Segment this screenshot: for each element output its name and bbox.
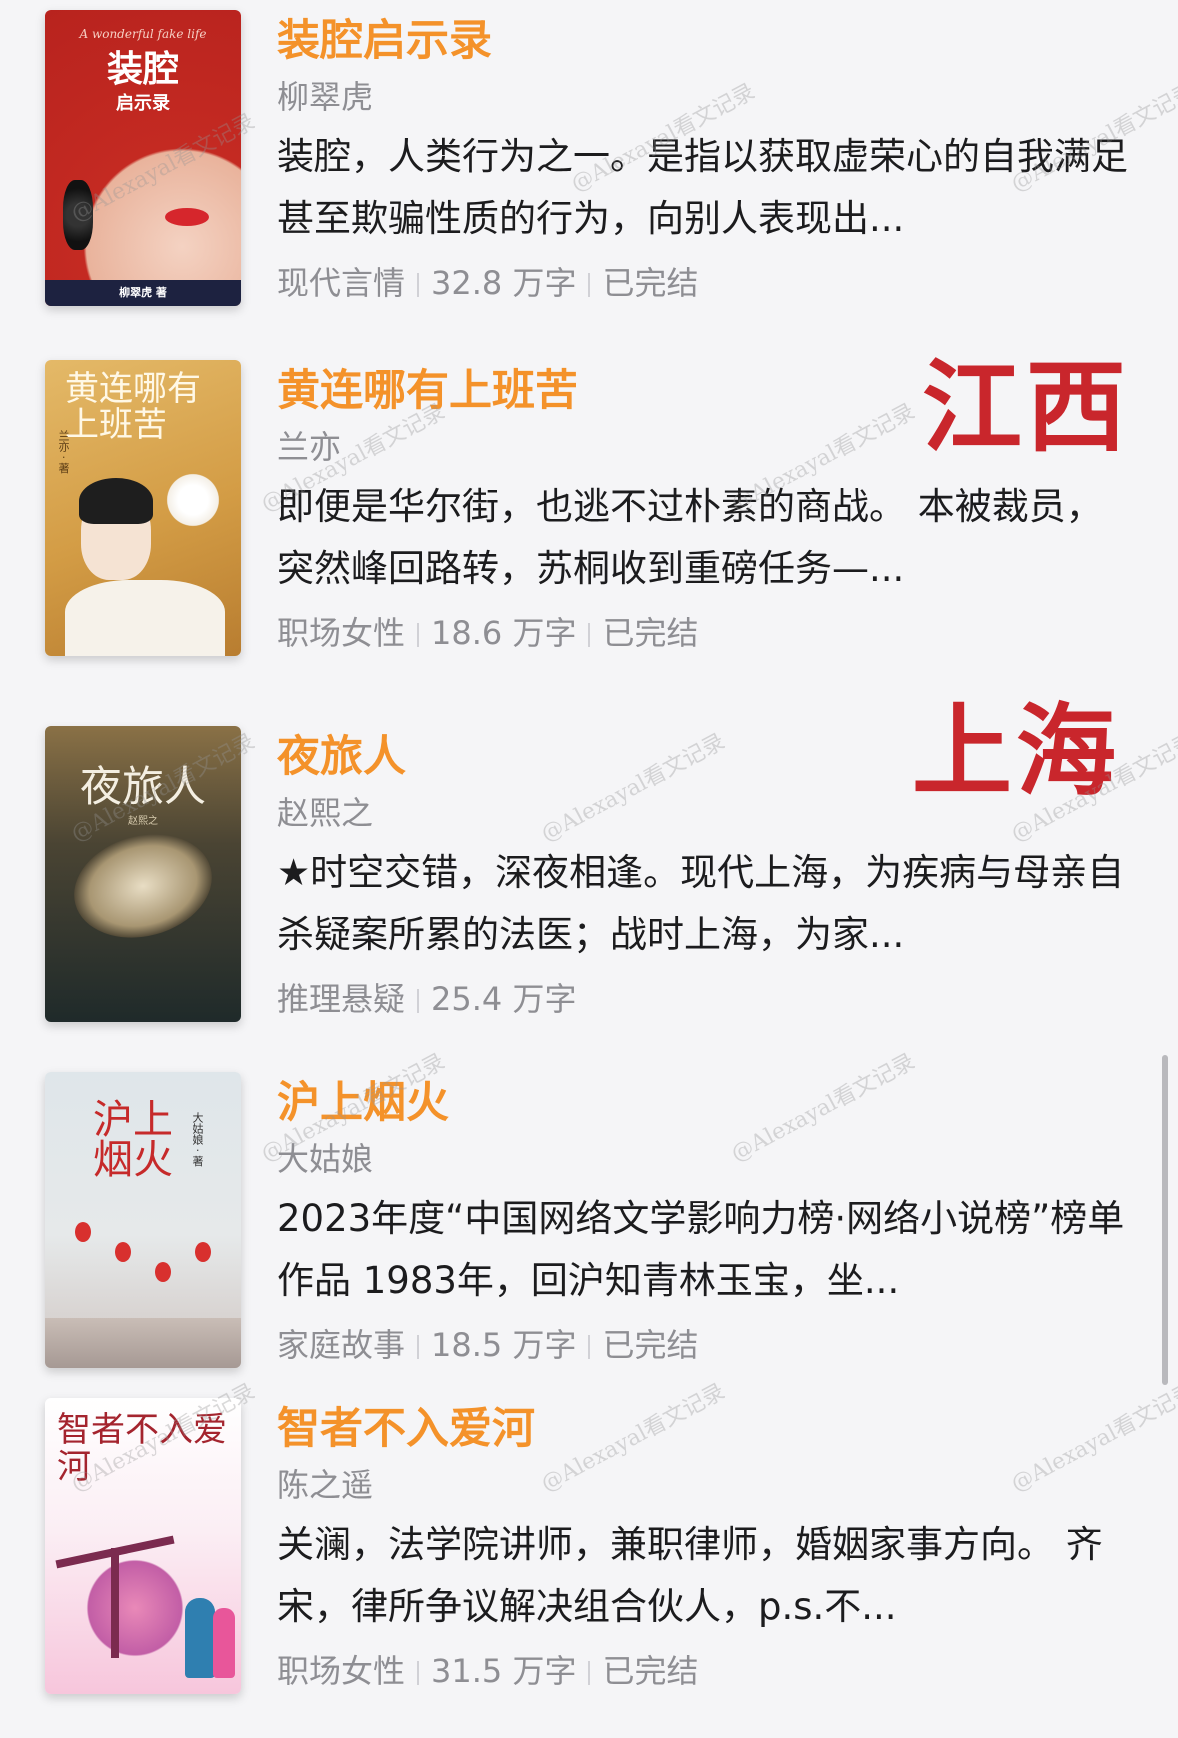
book-status: 已完结 — [602, 1652, 699, 1690]
book-description: 关澜，法学院讲师，兼职律师，婚姻家事方向。 齐宋，律所争议解决组合伙人，p.s.… — [277, 1523, 1103, 1628]
book-meta: 推理悬疑 25.4 万字 — [277, 974, 1137, 1024]
list-item[interactable]: A wonderful fake life 装腔 启示录 柳翠虎 著 装腔启示录… — [0, 10, 1178, 350]
region-stamp-jiangxi: 江西 — [922, 348, 1130, 466]
meta-divider — [417, 1335, 420, 1359]
book-meta: 现代言情 32.8 万字 已完结 — [277, 258, 1137, 308]
cover-hair-shape — [79, 478, 153, 524]
book-cover[interactable]: 智者不入爱河 — [45, 1398, 241, 1694]
book-cover[interactable]: 夜旅人 赵熙之 — [45, 726, 241, 1022]
book-title[interactable]: 沪上烟火 — [277, 1072, 1137, 1134]
book-cover[interactable]: 沪上烟火 大姑娘 · 著 — [45, 1072, 241, 1368]
book-genre: 家庭故事 — [277, 1326, 406, 1364]
book-meta: 家庭故事 18.5 万字 已完结 — [277, 1320, 1137, 1370]
cover-author: 大姑娘 · 著 — [191, 1112, 204, 1167]
book-status: 已完结 — [602, 614, 699, 652]
book-meta: 职场女性 31.5 万字 已完结 — [277, 1646, 1137, 1696]
cover-title: 夜旅人 — [79, 762, 206, 811]
list-item[interactable]: 智者不入爱河 智者不入爱河 陈之遥 关澜，法学院讲师，兼职律师，婚姻家事方向。 … — [0, 1398, 1178, 1738]
meta-divider — [417, 1661, 420, 1685]
book-word-count: 25.4 万字 — [431, 980, 577, 1018]
scales-pole-shape — [111, 1548, 119, 1658]
meta-divider — [588, 1661, 591, 1685]
book-list: A wonderful fake life 装腔 启示录 柳翠虎 著 装腔启示录… — [0, 0, 1178, 1712]
lantern-icon — [115, 1242, 131, 1262]
cover-tagline: A wonderful fake life — [79, 27, 207, 41]
book-author[interactable]: 陈之遥 — [277, 1462, 1137, 1508]
cover-flower-shape — [163, 470, 223, 530]
book-description: 装腔，人类行为之一。是指以获取虚荣心的自我满足甚至欺骗性质的行为，向别人表现出.… — [277, 135, 1128, 240]
book-info: 装腔启示录 柳翠虎 装腔，人类行为之一。是指以获取虚荣心的自我满足甚至欺骗性质的… — [277, 10, 1137, 308]
cover-earring-shape — [63, 180, 93, 250]
cover-lips-shape — [165, 208, 209, 226]
book-info: 智者不入爱河 陈之遥 关澜，法学院讲师，兼职律师，婚姻家事方向。 齐宋，律所争议… — [277, 1398, 1137, 1696]
meta-divider — [417, 273, 420, 297]
lantern-icon — [195, 1242, 211, 1262]
meta-divider — [588, 1335, 591, 1359]
book-author[interactable]: 大姑娘 — [277, 1136, 1137, 1182]
lantern-icon — [75, 1222, 91, 1242]
book-description: 2023年度“中国网络文学影响力榜·网络小说榜”榜单作品 1983年，回沪知青林… — [277, 1197, 1125, 1302]
cover-author: 赵熙之 — [128, 816, 158, 827]
cover-title: 智者不入爱河 — [57, 1410, 227, 1488]
book-word-count: 31.5 万字 — [431, 1652, 577, 1690]
book-word-count: 32.8 万字 — [431, 264, 577, 302]
book-status: 已完结 — [602, 1326, 699, 1364]
cover-clock-shape — [62, 819, 224, 953]
book-genre: 职场女性 — [277, 1652, 406, 1690]
scales-icon — [75, 1548, 195, 1668]
book-word-count: 18.5 万字 — [431, 1326, 577, 1364]
book-genre: 现代言情 — [277, 264, 406, 302]
cover-author: 兰亦 · 著 — [57, 430, 70, 474]
street-shape — [45, 1318, 241, 1368]
cover-title: 装腔 — [106, 48, 179, 90]
meta-divider — [417, 623, 420, 647]
book-genre: 职场女性 — [277, 614, 406, 652]
book-status: 已完结 — [602, 264, 699, 302]
cover-subtitle: 启示录 — [116, 93, 170, 114]
book-info: 沪上烟火 大姑娘 2023年度“中国网络文学影响力榜·网络小说榜”榜单作品 19… — [277, 1072, 1137, 1370]
book-word-count: 18.6 万字 — [431, 614, 577, 652]
book-meta: 职场女性 18.6 万字 已完结 — [277, 608, 1137, 658]
list-item[interactable]: 沪上烟火 大姑娘 · 著 沪上烟火 大姑娘 2023年度“中国网络文学影响力榜·… — [0, 1072, 1178, 1412]
book-title[interactable]: 智者不入爱河 — [277, 1398, 1137, 1460]
scrollbar[interactable] — [1162, 1055, 1168, 1385]
meta-divider — [588, 273, 591, 297]
region-stamp-shanghai: 上海 — [912, 692, 1120, 810]
cover-title: 黄连哪有上班苦 — [65, 369, 201, 445]
figure-shape — [213, 1608, 235, 1678]
cover-dress-shape — [65, 580, 225, 656]
book-cover[interactable]: 黄连哪有上班苦 兰亦 · 著 — [45, 360, 241, 656]
cover-title: 沪上烟火 — [93, 1097, 173, 1183]
book-cover[interactable]: A wonderful fake life 装腔 启示录 柳翠虎 著 — [45, 10, 241, 306]
cover-author: 柳翠虎 著 — [45, 280, 241, 306]
book-description: 即便是华尔街，也逃不过朴素的商战。 本被裁员，突然峰回路转，苏桐收到重磅任务—.… — [277, 485, 1103, 590]
meta-divider — [417, 989, 420, 1013]
meta-divider — [588, 623, 591, 647]
book-title[interactable]: 装腔启示录 — [277, 10, 1137, 72]
lantern-icon — [155, 1262, 171, 1282]
book-genre: 推理悬疑 — [277, 980, 406, 1018]
book-author[interactable]: 柳翠虎 — [277, 74, 1137, 120]
book-description: ★时空交错，深夜相逢。现代上海，为疾病与母亲自杀疑案所累的法医；战时上海，为家.… — [277, 851, 1125, 956]
figure-shape — [185, 1598, 215, 1678]
